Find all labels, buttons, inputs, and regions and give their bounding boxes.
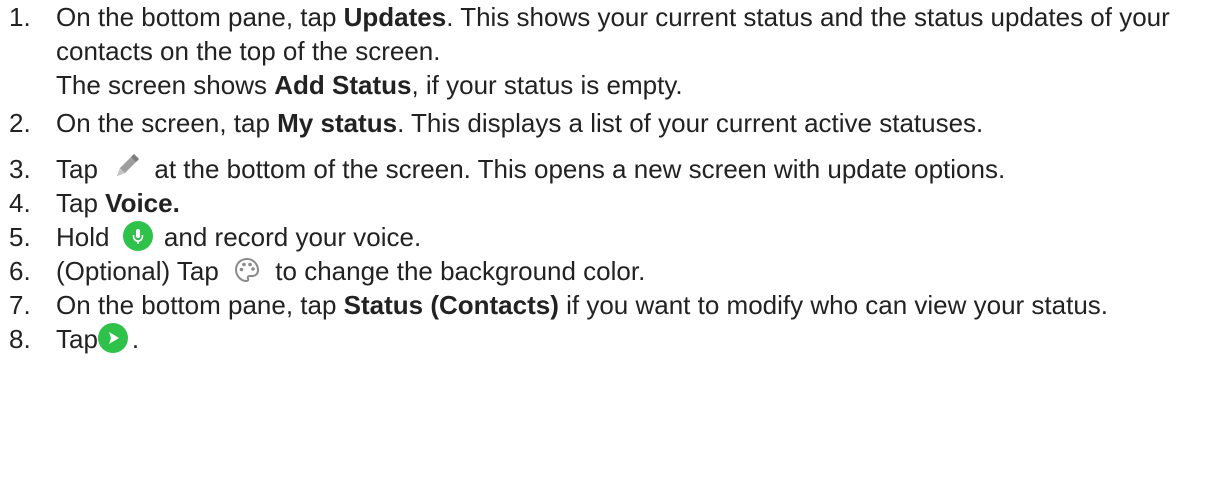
step-6: 6. (Optional) Tap to change the backgrou… <box>0 254 1210 288</box>
send-icon <box>97 323 128 354</box>
instruction-steps: 1. On the bottom pane, tap Updates . This… <box>0 0 1210 356</box>
step-text: at the bottom of the screen. This opens … <box>147 154 1006 184</box>
step-text: . This displays a list of your current a… <box>397 108 984 138</box>
step-text: Tap <box>56 154 106 184</box>
palette-icon <box>232 255 262 285</box>
updates-label: Updates <box>343 2 447 32</box>
pencil-icon <box>109 152 143 182</box>
add-status-label: Add Status <box>274 70 412 100</box>
status-contacts-label: Status (Contacts) <box>343 290 559 320</box>
step-text: . <box>131 324 140 354</box>
step-text: (Optional) Tap <box>56 256 227 286</box>
step-text: if you want to modify who can view your … <box>558 290 1109 320</box>
step-1: 1. On the bottom pane, tap Updates. This… <box>0 0 1210 102</box>
step-text: On the bottom pane, tap <box>56 290 344 320</box>
step-text: On the bottom pane, tap <box>56 2 344 32</box>
step-text: The screen shows <box>56 70 275 100</box>
step-text: Tap <box>56 324 98 354</box>
step-text: , if your status is empty. <box>411 70 683 100</box>
step-text: Hold <box>56 222 117 252</box>
step-3: 3. Tap at the bottom of the screen. This… <box>0 152 1210 186</box>
step-number: 5. <box>9 222 31 252</box>
step-8: 8. Tap. <box>0 322 1210 356</box>
step-number: 2. <box>9 108 31 138</box>
step-text: Tap <box>56 188 106 218</box>
step-2: 2. On the screen, tap My status. This di… <box>0 106 1210 140</box>
step-4: 4. Tap Voice. <box>0 186 1210 220</box>
mic-icon <box>122 221 153 252</box>
step-text: On the screen, tap <box>56 108 278 138</box>
step-text: and record your voice. <box>156 222 422 252</box>
step-1-note: The screen shows Add Status, if your sta… <box>56 68 1202 102</box>
step-number: 7. <box>9 290 31 320</box>
voice-label: Voice. <box>105 188 180 218</box>
step-number: 1. <box>9 2 31 32</box>
my-status-label: My status <box>277 108 398 138</box>
step-7: 7. On the bottom pane, tap Status (Conta… <box>0 288 1210 322</box>
step-number: 4. <box>9 188 31 218</box>
step-text: to change the background color. <box>268 256 646 286</box>
step-number: 6. <box>9 256 31 286</box>
step-number: 3. <box>9 154 31 184</box>
step-5: 5. Hold and record your voice. <box>0 220 1210 254</box>
step-number: 8. <box>9 324 31 354</box>
